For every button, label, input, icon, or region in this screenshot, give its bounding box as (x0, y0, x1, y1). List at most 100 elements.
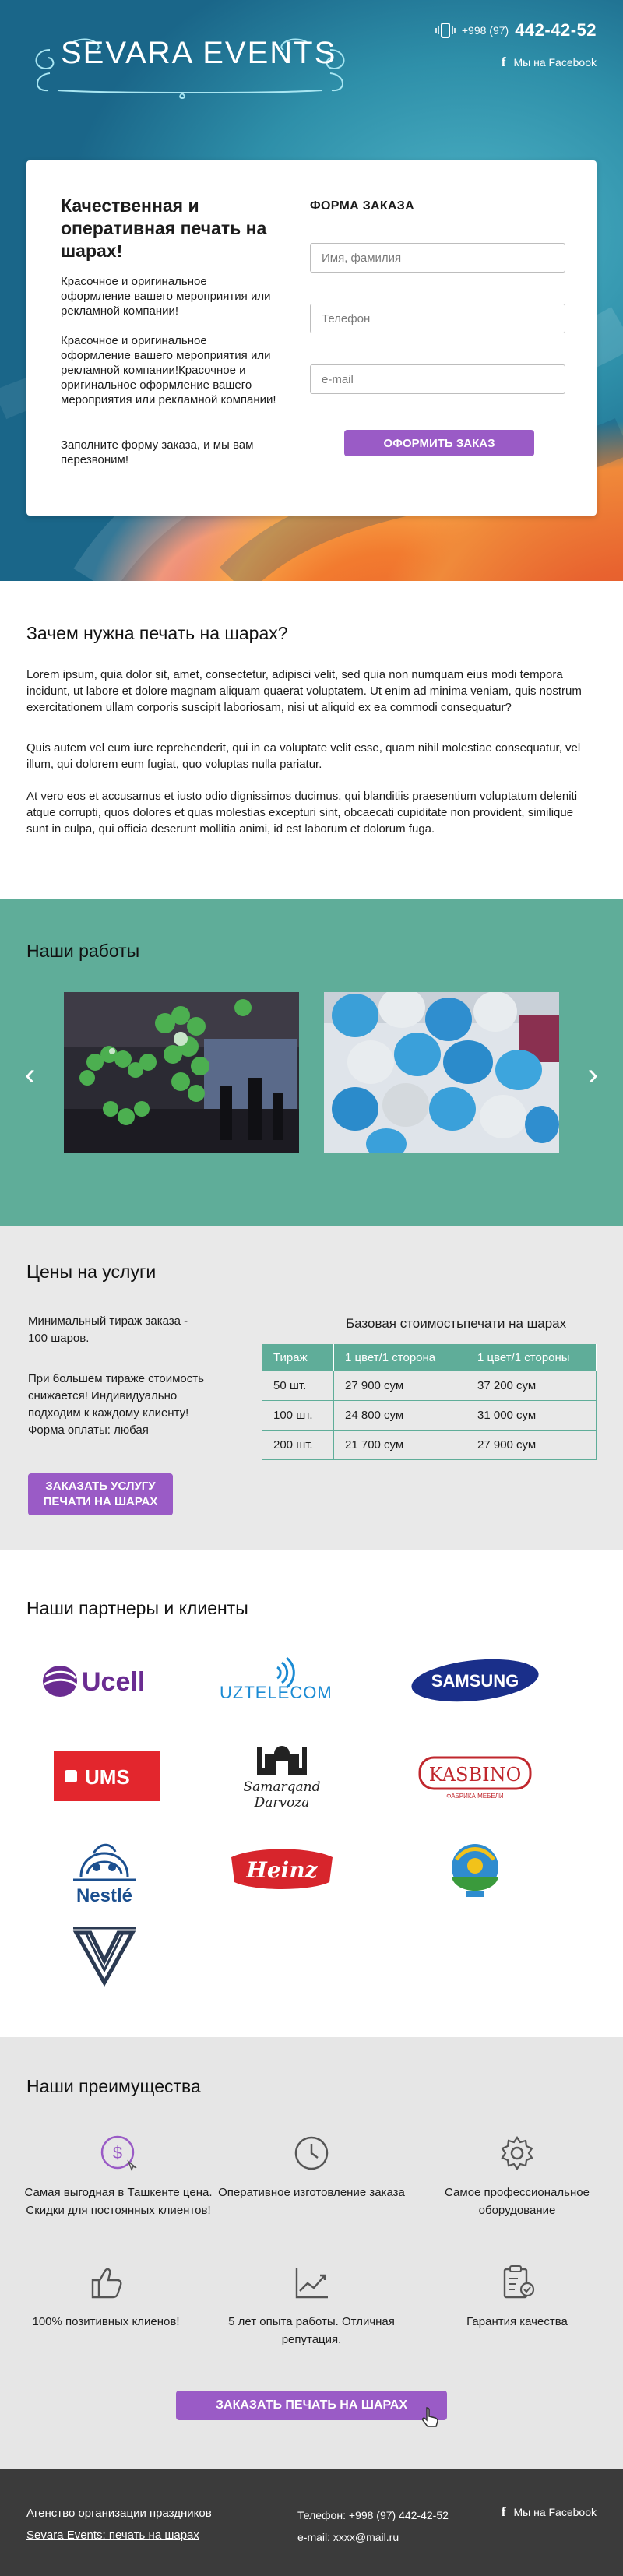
kasbino-subtitle: ФАБРИКА МЕБЕЛИ (446, 1793, 504, 1800)
partner-logo-ums[interactable]: UMS (26, 1744, 182, 1807)
price-table-title: Базовая стоимостьпечати на шарах (346, 1316, 567, 1331)
kasbino-logo: KASBINO ФАБРИКА МЕБЕЛИ (418, 1756, 532, 1800)
email-field[interactable] (310, 364, 565, 394)
partners-section: Наши партнеры и клиенты Ucell UZTELECOM … (0, 1550, 623, 2037)
phone-number: 442-42-52 (515, 20, 597, 40)
order-text-1: Красочное и оригинальное оформление ваше… (61, 275, 271, 318)
order-card: Качественная и оперативная печать на шар… (26, 160, 597, 516)
growth-chart-icon (295, 2268, 328, 2299)
advantage-item-experience: 5 лет опыта работы. Отличная репутация. (210, 2263, 413, 2349)
prices-title: Цены на услуги (26, 1262, 157, 1282)
footer-link-agency[interactable]: Агенство организации праздников (26, 2503, 212, 2525)
uztelecom-logo: UZTELECOM (220, 1656, 333, 1702)
prices-text-3: Форма оплаты: любая (28, 1423, 149, 1437)
partner-logo-kasbino[interactable]: KASBINO ФАБРИКА МЕБЕЛИ (397, 1744, 553, 1807)
blue-balloons-image (324, 992, 559, 1153)
hand-cursor-icon (422, 2407, 438, 2427)
table-cell: 21 700 сум (333, 1430, 466, 1460)
table-cell: 50 шт. (262, 1371, 334, 1401)
facebook-icon: f (501, 2504, 506, 2519)
footer-link-sevara[interactable]: Sevara Events: печать на шарах (26, 2525, 212, 2546)
why-paragraph-1: Lorem ipsum, quia dolor sit, amet, conse… (26, 668, 582, 714)
partner-logo-ucell[interactable]: Ucell (26, 1649, 182, 1712)
table-cell: 37 200 сум (466, 1371, 597, 1401)
advantage-text: 100% позитивных клиенов! (32, 2315, 180, 2328)
footer: Агенство организации праздников Sevara E… (0, 2469, 623, 2576)
partner-logo-uztelecom[interactable]: UZTELECOM (204, 1649, 360, 1712)
darvoza-wordmark: Darvoza (254, 1795, 310, 1811)
facebook-label: Мы на Facebook (513, 56, 597, 69)
header-cell: 1 цвет/1 стороны (466, 1344, 597, 1371)
partner-logo-uzbekistan-emblem[interactable] (397, 1830, 553, 1908)
order-text-3: Заполните форму заказа, и мы вам перезво… (61, 438, 254, 466)
order-lead-title: Качественная и оперативная печать на шар… (61, 195, 267, 261)
carousel-prev-arrow[interactable]: ‹ (25, 1059, 35, 1090)
advantage-text: Оперативное изготовление заказа (218, 2186, 405, 2199)
partner-logo-samarqand-darvoza[interactable]: Samarqand Darvoza (204, 1737, 360, 1814)
prices-text-2: При большем тираже стоимость снижается! … (28, 1372, 204, 1420)
header-phone[interactable]: +998 (97) 442-42-52 (435, 20, 597, 40)
advantage-text: Гарантия качества (466, 2315, 568, 2328)
table-cell: 200 шт. (262, 1430, 334, 1460)
name-field[interactable] (310, 243, 565, 273)
samarqand-wordmark: Samarqand (243, 1779, 320, 1795)
order-form-title: ФОРМА ЗАКАЗА (310, 199, 414, 213)
partner-logo-heinz[interactable]: Heinz (204, 1838, 360, 1900)
header-cell: 1 цвет/1 сторона (333, 1344, 466, 1371)
submit-order-button[interactable]: ОФОРМИТЬ ЗАКАЗ (344, 430, 534, 456)
uztelecom-wordmark: UZTELECOM (220, 1683, 333, 1702)
why-title: Зачем нужна печать на шарах? (26, 623, 288, 643)
logo-text: SEVARA EVENTS (61, 36, 337, 70)
advantage-text: Самая выгодная в Ташкенте цена. Скидки д… (24, 2186, 213, 2217)
work-photo-blue-balloons[interactable] (324, 992, 559, 1153)
green-balloons-image (64, 992, 299, 1153)
gear-icon (501, 2136, 533, 2170)
kasbino-wordmark: KASBINO (429, 1764, 522, 1786)
price-table: Тираж 1 цвет/1 сторона 1 цвет/1 стороны … (262, 1344, 597, 1460)
prices-section: Цены на услуги Минимальный тираж заказа … (0, 1226, 623, 1550)
facebook-icon: f (501, 55, 506, 69)
header-facebook-link[interactable]: f Мы на Facebook (502, 55, 597, 70)
ums-wordmark: UMS (85, 1765, 130, 1789)
footer-contacts: Телефон: +998 (97) 442-42-52 e-mail: xxx… (297, 2504, 449, 2548)
why-paragraph-3: At vero eos et accusamus et iusto odio d… (26, 790, 578, 836)
partner-logo-v-emblem[interactable] (26, 1916, 182, 1994)
v-emblem-logo (72, 1927, 136, 1987)
clock-icon (294, 2136, 329, 2170)
nestle-wordmark: Nestlé (76, 1885, 132, 1906)
ucell-logo: Ucell (43, 1666, 145, 1697)
advantage-item-speed: Оперативное изготовление заказа (210, 2134, 413, 2201)
samsung-wordmark: SAMSUNG (431, 1671, 519, 1691)
table-row: 50 шт. 27 900 сум 37 200 сум (262, 1371, 597, 1401)
thumbs-up-icon (91, 2268, 122, 2299)
price-table-header: Тираж 1 цвет/1 сторона 1 цвет/1 стороны (262, 1344, 597, 1371)
work-photo-green-balloons[interactable] (64, 992, 299, 1153)
order-balloon-print-button[interactable]: ЗАКАЗАТЬ ПЕЧАТЬ НА ШАРАХ (176, 2391, 447, 2420)
footer-email: e-mail: xxxx@mail.ru (297, 2531, 399, 2543)
footer-facebook-link[interactable]: f Мы на Facebook (502, 2504, 597, 2520)
works-section: Наши работы ‹ › (0, 899, 623, 1226)
dollar-coin-icon: $ (100, 2135, 137, 2171)
ucell-wordmark: Ucell (82, 1667, 145, 1697)
nestle-logo: Nestlé (73, 1843, 136, 1906)
advantage-item-equipment: Самое профессиональное оборудование (416, 2134, 618, 2219)
partner-logo-samsung[interactable]: SAMSUNG (397, 1649, 553, 1712)
uzbekistan-emblem-logo (452, 1844, 498, 1897)
partner-logo-nestle[interactable]: Nestlé (26, 1830, 182, 1908)
order-printing-button[interactable]: ЗАКАЗАТЬ УСЛУГУ ПЕЧАТИ НА ШАРАХ (28, 1473, 173, 1515)
phone-field[interactable] (310, 304, 565, 333)
table-cell: 27 900 сум (466, 1430, 597, 1460)
heinz-wordmark: Heinz (245, 1857, 318, 1883)
table-row: 200 шт. 21 700 сум 27 900 сум (262, 1430, 597, 1460)
logo[interactable]: SEVARA EVENTS (26, 19, 354, 104)
why-paragraph-2: Quis autem vel eum iure reprehenderit, q… (26, 741, 581, 771)
carousel-next-arrow[interactable]: › (588, 1059, 598, 1090)
advantage-item-price: $ Самая выгодная в Ташкенте цена. Скидки… (17, 2134, 220, 2219)
clipboard-check-icon (503, 2265, 535, 2299)
hero-section: SEVARA EVENTS +998 (97) 442-42-52 f Мы н… (0, 0, 623, 581)
why-section: Зачем нужна печать на шарах? Lorem ipsum… (0, 581, 623, 899)
order-text-2: Красочное и оригинальное оформление ваше… (61, 334, 276, 406)
advantage-item-quality: Гарантия качества (416, 2263, 618, 2331)
prices-text-1: Минимальный тираж заказа - 100 шаров. (28, 1314, 188, 1345)
button-label: ЗАКАЗАТЬ ПЕЧАТЬ НА ШАРАХ (216, 2398, 407, 2412)
